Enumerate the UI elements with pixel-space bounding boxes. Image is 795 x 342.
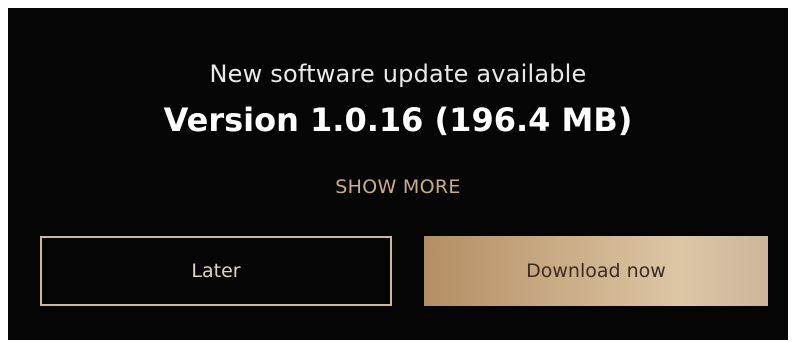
download-now-button[interactable]: Download now xyxy=(424,236,768,306)
version-info: Version 1.0.16 (196.4 MB) xyxy=(163,101,633,139)
update-available-heading: New software update available xyxy=(209,60,587,88)
later-button-label: Later xyxy=(191,260,241,282)
download-now-button-label: Download now xyxy=(526,260,666,282)
software-update-dialog: New software update available Version 1.… xyxy=(8,8,788,340)
later-button[interactable]: Later xyxy=(40,236,392,306)
show-more-link[interactable]: SHOW MORE xyxy=(8,176,788,198)
